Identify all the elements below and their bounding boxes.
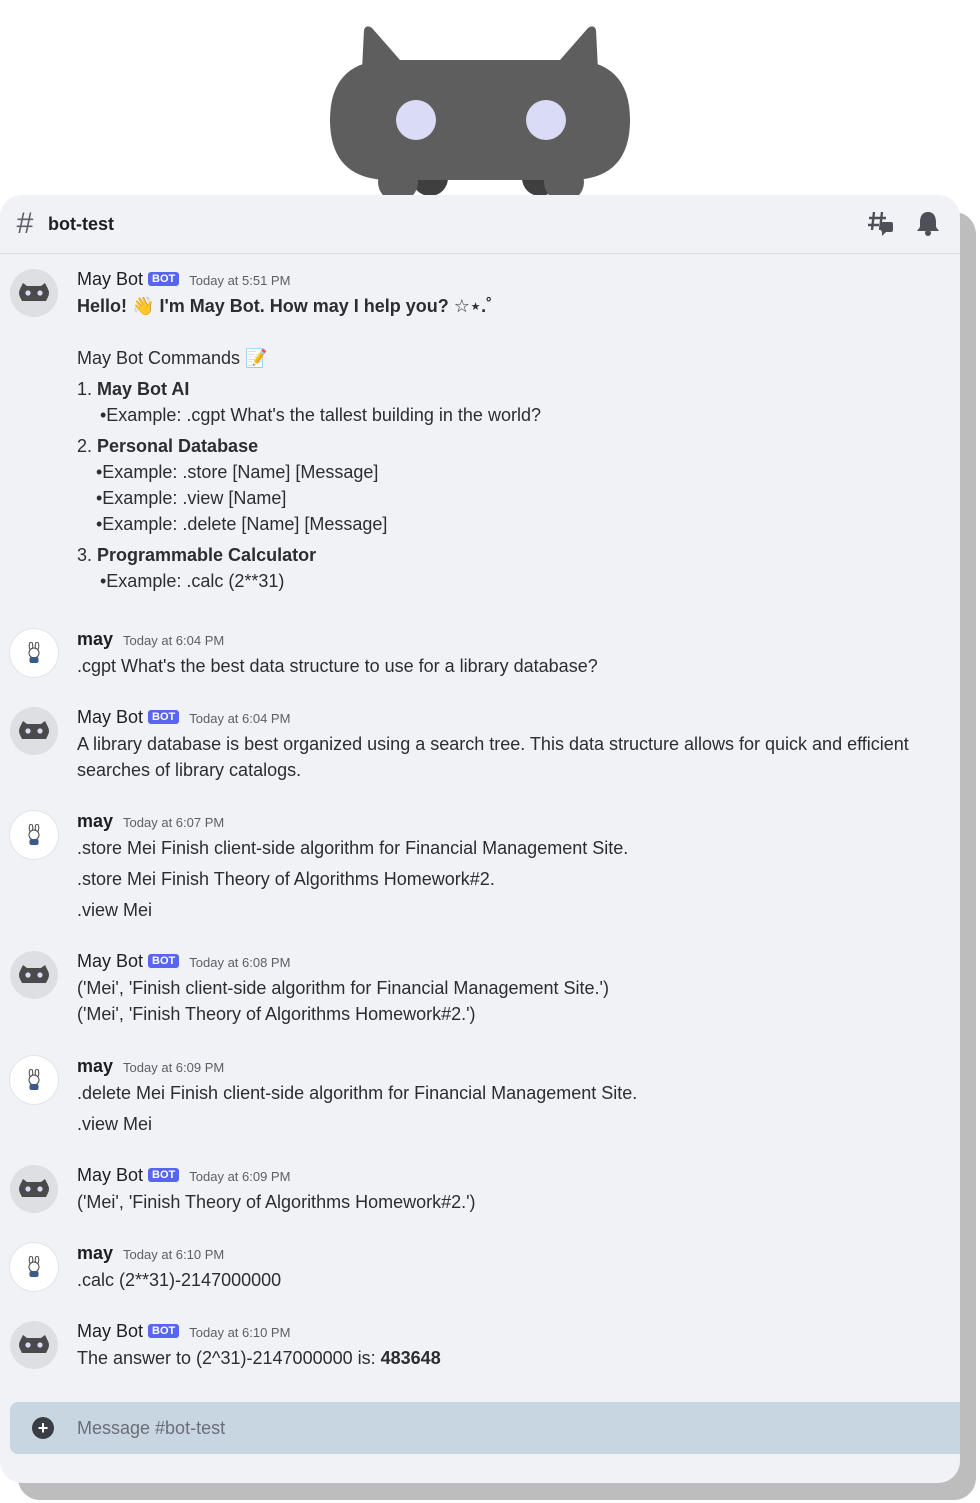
bot-face-icon [19, 283, 49, 301]
bot-avatar[interactable] [10, 1165, 58, 1213]
bot-badge: BOT [148, 954, 180, 968]
timestamp: Today at 6:09 PM [123, 1060, 225, 1075]
timestamp: Today at 6:04 PM [189, 711, 291, 726]
bot-mascot-logo [330, 26, 630, 202]
bot-badge: BOT [148, 1168, 180, 1182]
channel-header: # bot-test [0, 195, 960, 254]
author-name[interactable]: May Bot [77, 707, 143, 728]
bunny-icon [28, 1256, 40, 1277]
bunny-icon [28, 642, 40, 663]
author-name[interactable]: May Bot [77, 1321, 143, 1342]
bot-avatar[interactable] [10, 951, 58, 999]
author-name[interactable]: may [77, 1056, 113, 1077]
threads-icon[interactable] [868, 210, 894, 236]
timestamp: Today at 6:09 PM [189, 1169, 291, 1184]
message-input[interactable]: Message #bot-test [77, 1418, 225, 1439]
message-text: Hello! 👋 I'm May Bot. How may I help you… [77, 296, 493, 316]
add-attachment-button[interactable]: + [32, 1417, 54, 1439]
bot-face-icon [19, 1335, 49, 1353]
author-name[interactable]: may [77, 811, 113, 832]
message-text: .calc (2**31)-2147000000 [77, 1270, 282, 1290]
user-avatar[interactable] [10, 1243, 58, 1291]
message-text: .delete Mei Finish client-side algorithm… [77, 1083, 638, 1103]
message-text: A library database is best organized usi… [77, 734, 909, 754]
bot-face-icon [19, 721, 49, 739]
message-text: searches of library catalogs. [77, 760, 302, 780]
memo-emoji-icon: 📝 [245, 348, 268, 368]
command-3: 3. Programmable Calculator [77, 545, 317, 565]
message-text: ('Mei', 'Finish client-side algorithm fo… [77, 978, 609, 998]
bunny-icon [28, 824, 40, 845]
timestamp: Today at 6:10 PM [189, 1325, 291, 1340]
timestamp: Today at 6:04 PM [123, 633, 225, 648]
message-text: The answer to (2^31)-2147000000 is: 4836… [77, 1348, 441, 1368]
message-text: ('Mei', 'Finish Theory of Algorithms Hom… [77, 1192, 476, 1212]
command-1-example: •Example: .cgpt What's the tallest build… [100, 405, 541, 425]
command-2: 2. Personal Database [77, 436, 259, 456]
channel-name: bot-test [48, 213, 114, 234]
user-avatar[interactable] [10, 629, 58, 677]
author-name[interactable]: May Bot [77, 269, 143, 290]
author-name[interactable]: May Bot [77, 1165, 143, 1186]
bot-avatar[interactable] [10, 1321, 58, 1369]
bot-avatar[interactable] [10, 707, 58, 755]
command-2-example: •Example: .delete [Name] [Message] [96, 514, 388, 534]
hashtag-icon: # [16, 207, 34, 240]
timestamp: Today at 6:08 PM [189, 955, 291, 970]
wave-emoji-icon: 👋 [132, 296, 155, 316]
bot-face-icon [19, 1179, 49, 1197]
message-text: .cgpt What's the best data structure to … [77, 656, 598, 676]
bunny-icon [28, 1069, 40, 1090]
bot-badge: BOT [148, 272, 180, 286]
message-text: .view Mei [77, 1114, 153, 1134]
bot-badge: BOT [148, 1324, 180, 1338]
bot-badge: BOT [148, 710, 180, 724]
bell-icon[interactable] [916, 210, 940, 236]
command-2-example: •Example: .view [Name] [96, 488, 287, 508]
message-text: .store Mei Finish client-side algorithm … [77, 838, 629, 858]
timestamp: Today at 6:07 PM [123, 815, 225, 830]
author-name[interactable]: may [77, 629, 113, 650]
user-avatar[interactable] [10, 1056, 58, 1104]
chat-window: # bot-test May Bot BOT Today at 5:51 PM … [0, 195, 960, 1483]
timestamp: Today at 5:51 PM [189, 273, 291, 288]
message-text: .view Mei [77, 900, 153, 920]
author-name[interactable]: May Bot [77, 951, 143, 972]
user-avatar[interactable] [10, 811, 58, 859]
timestamp: Today at 6:10 PM [123, 1247, 225, 1262]
bot-avatar[interactable] [10, 269, 58, 317]
command-1: 1. May Bot AI [77, 379, 190, 399]
author-name[interactable]: may [77, 1243, 113, 1264]
bot-face-icon [19, 965, 49, 983]
command-2-example: •Example: .store [Name] [Message] [96, 462, 379, 482]
message-text: ('Mei', 'Finish Theory of Algorithms Hom… [77, 1004, 476, 1024]
command-3-example: •Example: .calc (2**31) [100, 571, 285, 591]
commands-title: May Bot Commands 📝 [77, 348, 268, 368]
message-text: .store Mei Finish Theory of Algorithms H… [77, 869, 495, 889]
message-composer[interactable]: + Message #bot-test [10, 1402, 960, 1454]
